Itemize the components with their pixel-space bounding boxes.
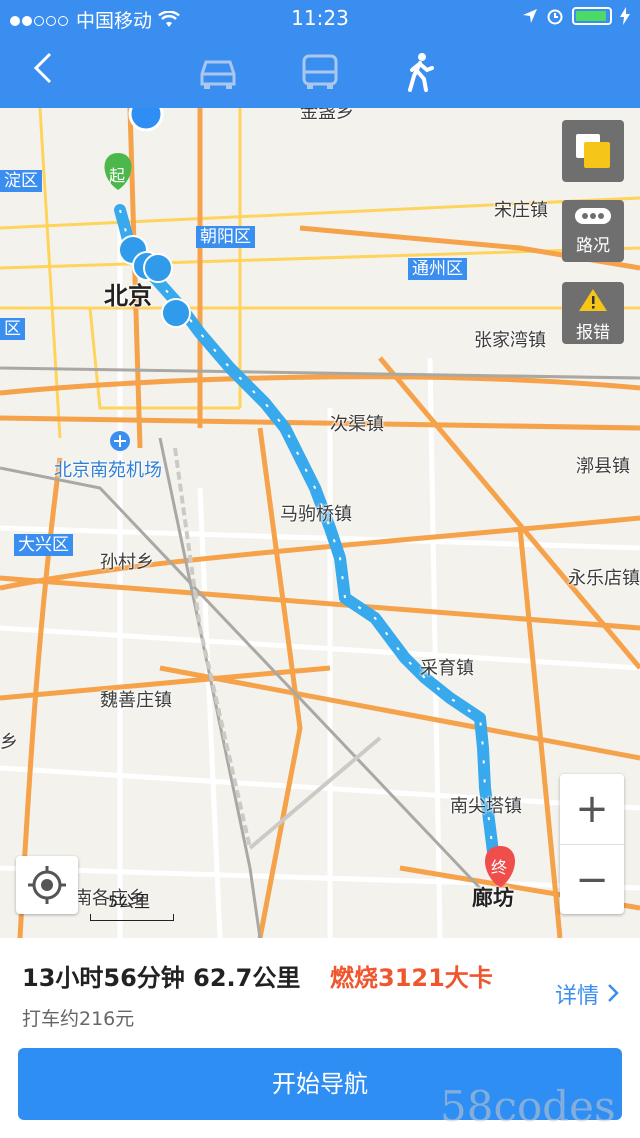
mode-car-button[interactable] xyxy=(194,52,242,92)
scale-bar: 5公里 xyxy=(90,888,174,921)
scale-line xyxy=(90,914,174,921)
place-label-nanjianta: 南尖塔镇 xyxy=(450,796,522,817)
watermark: 58codes xyxy=(440,1082,616,1131)
crosshair-icon xyxy=(28,866,66,904)
layers-button[interactable] xyxy=(562,120,624,182)
place-label-majuqiao: 马驹桥镇 xyxy=(280,504,352,525)
details-label: 详情 xyxy=(554,984,599,1009)
battery-icon xyxy=(572,7,612,25)
nav-bar xyxy=(0,36,640,108)
route-summary: 13小时56分钟 62.7公里 xyxy=(22,964,301,992)
car-icon xyxy=(200,60,236,89)
back-button[interactable] xyxy=(30,50,70,94)
chevron-left-icon xyxy=(33,52,52,84)
status-icons xyxy=(522,7,630,25)
place-label-weishanzhuang: 魏善庄镇 xyxy=(100,690,172,711)
zoom-in-button[interactable]: + xyxy=(560,774,624,845)
place-label-lixian: 漷县镇 xyxy=(576,456,630,477)
place-label-xiang-left: 乡 xyxy=(0,732,18,753)
calorie-burn: 燃烧3121大卡 xyxy=(330,964,493,992)
layers-icon xyxy=(576,134,610,168)
warning-icon xyxy=(579,289,607,311)
report-error-button[interactable]: 报错 xyxy=(562,282,624,344)
district-label-tongzhou: 通州区 xyxy=(408,258,467,280)
mode-walk-button[interactable] xyxy=(396,52,444,92)
city-label-langfang: 廊坊 xyxy=(472,886,514,910)
alarm-icon xyxy=(547,9,563,25)
zoom-control: + − xyxy=(560,774,624,914)
scale-label: 5公里 xyxy=(108,892,151,911)
map-view[interactable]: 起 终 淀区 朝阳区 通州区 大兴区 区 北京 宋庄镇 张家湾镇 次渠镇 北京南… xyxy=(0,108,640,938)
locate-button[interactable] xyxy=(16,856,78,914)
zoom-out-button[interactable]: − xyxy=(560,845,624,915)
place-label-songzhuang: 宋庄镇 xyxy=(494,200,548,221)
charging-icon xyxy=(620,7,630,25)
chevron-right-icon xyxy=(608,984,619,1002)
place-label-yongledian: 永乐店镇 xyxy=(568,568,640,589)
status-bar: 中国移动 11:23 xyxy=(0,0,640,36)
district-label-daxing: 大兴区 xyxy=(14,534,73,556)
start-marker-label: 起 xyxy=(109,166,126,185)
details-link[interactable]: 详情 xyxy=(555,978,620,1010)
traffic-button[interactable]: 路况 xyxy=(562,200,624,262)
report-label: 报错 xyxy=(576,323,610,343)
place-label-suncun: 孙村乡 xyxy=(100,552,154,573)
location-arrow-icon xyxy=(523,9,537,23)
taxi-estimate: 打车约216元 xyxy=(22,1008,135,1030)
place-label-caiyu: 采育镇 xyxy=(420,658,474,679)
end-marker-label: 终 xyxy=(491,858,508,877)
mode-bus-button[interactable] xyxy=(296,52,344,92)
district-label-haidian: 淀区 xyxy=(0,170,42,192)
place-label-zhangjiawan: 张家湾镇 xyxy=(474,330,546,351)
district-label-chaoyang: 朝阳区 xyxy=(196,226,255,248)
district-label-left: 区 xyxy=(0,318,25,340)
bus-icon xyxy=(302,54,338,89)
place-label-top-partial: 金盏乡 xyxy=(300,108,354,123)
place-label-nanyuan-airport: 北京南苑机场 xyxy=(54,460,162,481)
traffic-label: 路况 xyxy=(576,236,610,256)
walk-icon xyxy=(408,53,434,92)
place-label-ciqu: 次渠镇 xyxy=(330,414,384,435)
traffic-icon xyxy=(575,208,611,224)
city-label-beijing: 北京 xyxy=(104,282,152,310)
